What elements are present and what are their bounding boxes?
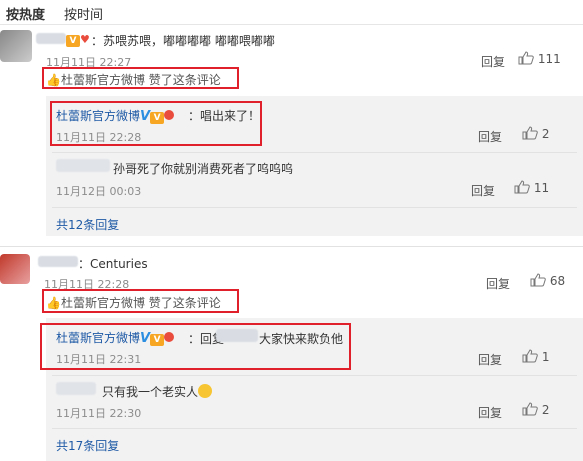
like-count: 2 (541, 127, 550, 141)
tab-sort-by-hot[interactable]: 按热度 (6, 4, 45, 23)
liked-by-note: 👍杜蕾斯官方微博 赞了这条评论 (46, 296, 221, 310)
like-button[interactable]: 68 (530, 273, 565, 288)
reply-button[interactable]: 回复 (486, 275, 510, 292)
like-count: 11 (533, 181, 550, 195)
member-icon (164, 110, 175, 120)
verified-v-icon: V (140, 109, 151, 124)
username-blurred[interactable] (56, 382, 96, 395)
reply-text: ：唱出来了！ (188, 109, 261, 123)
reply-time: 11月11日 22:31 (56, 353, 142, 366)
reply-text: 只有我一个老实人 (102, 383, 213, 400)
vip-badge-icon: V (150, 112, 165, 124)
reply-button[interactable]: 回复 (478, 351, 502, 368)
like-count: 111 (537, 52, 561, 66)
thumbs-up-icon (522, 402, 538, 416)
comment-text: ：苏喂苏喂，嘟嘟嘟嘟 嘟嘟喂嘟嘟 (91, 34, 275, 48)
reply-button[interactable]: 回复 (471, 182, 495, 199)
username-blurred[interactable] (56, 159, 110, 172)
grin-emoji-icon (198, 384, 213, 398)
avatar[interactable] (0, 30, 32, 62)
avatar[interactable] (0, 254, 30, 284)
thumbs-up-icon (522, 126, 538, 140)
sort-tabs: 按热度 按时间 (0, 0, 583, 25)
like-button[interactable]: 2 (522, 126, 549, 141)
mentioned-user-blurred[interactable] (216, 329, 258, 342)
reply-author[interactable]: 杜蕾斯官方微博V V (56, 329, 175, 346)
reply-button[interactable]: 回复 (481, 53, 505, 70)
vip-badge-icon: V (150, 334, 165, 346)
reply-text: 大家快来欺负他 (259, 332, 344, 346)
thumbs-up-icon (530, 273, 546, 287)
reply-text: 孙哥死了你就别消费死者了呜呜呜 (113, 162, 294, 176)
thumbs-up-icon (518, 51, 534, 65)
like-button[interactable]: 11 (514, 180, 549, 195)
like-button[interactable]: 2 (522, 402, 549, 417)
member-icon (164, 332, 175, 342)
like-count: 2 (541, 403, 550, 417)
tab-sort-by-time[interactable]: 按时间 (64, 4, 103, 23)
like-small-icon: 👍 (46, 73, 61, 87)
like-count: 1 (541, 350, 550, 364)
like-count: 68 (549, 274, 566, 288)
divider (52, 375, 577, 376)
reply-button[interactable]: 回复 (478, 128, 502, 145)
reply-time: 11月11日 22:28 (56, 131, 142, 144)
username-blurred[interactable] (36, 33, 66, 44)
reply-author[interactable]: 杜蕾斯官方微博V V (56, 107, 175, 124)
reply-time: 11月11日 22:30 (56, 407, 142, 420)
thumbs-up-icon (514, 180, 530, 194)
heart-icon: ♥ (80, 33, 90, 46)
reply-button[interactable]: 回复 (478, 404, 502, 421)
verified-v-icon: V (140, 331, 151, 346)
like-button[interactable]: 1 (522, 349, 549, 364)
thumbs-up-icon (522, 349, 538, 363)
divider (52, 152, 577, 153)
like-button[interactable]: 111 (518, 51, 561, 66)
more-replies-link[interactable]: 共12条回复 (56, 216, 119, 233)
more-replies-link[interactable]: 共17条回复 (56, 437, 119, 454)
vip-badge-icon: V (66, 35, 80, 47)
liked-by-note: 👍杜蕾斯官方微博 赞了这条评论 (46, 73, 221, 87)
divider (52, 428, 577, 429)
comment-divider (0, 246, 583, 247)
username-blurred[interactable] (38, 256, 78, 267)
like-small-icon: 👍 (46, 296, 61, 310)
divider (52, 207, 577, 208)
comment-text: ：Centuries (78, 257, 148, 271)
reply-time: 11月12日 00:03 (56, 185, 142, 198)
user-badges: V ♥ (66, 32, 90, 47)
